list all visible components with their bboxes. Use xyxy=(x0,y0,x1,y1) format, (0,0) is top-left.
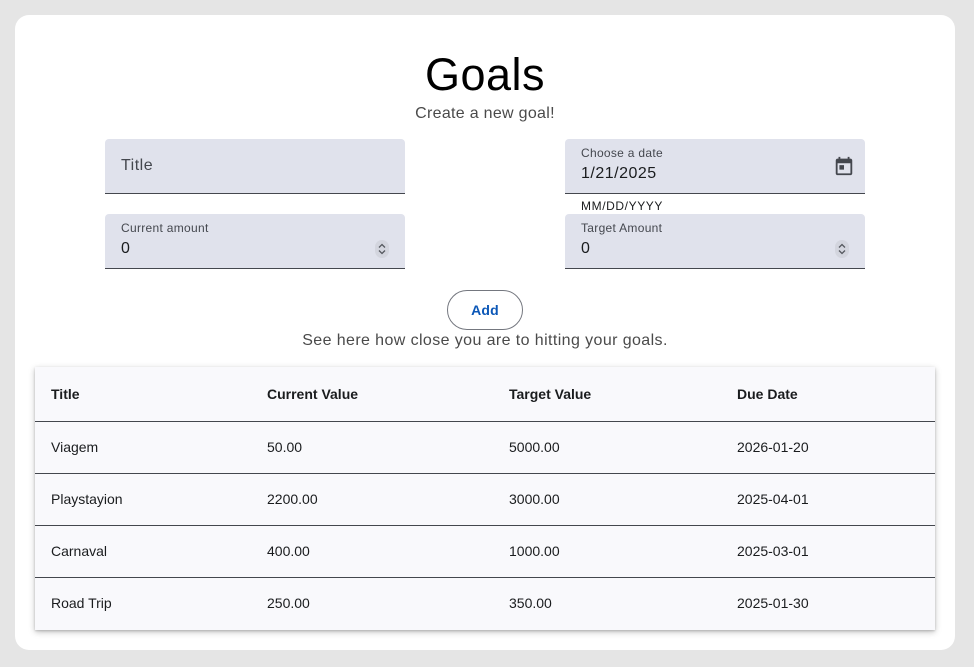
column-header-current-value[interactable]: Current Value xyxy=(251,367,493,422)
table-header-row: Title Current Value Target Value Due Dat… xyxy=(35,367,935,422)
title-field[interactable]: Title xyxy=(105,139,405,194)
add-button[interactable]: Add xyxy=(447,290,523,330)
column-header-target-value[interactable]: Target Value xyxy=(493,367,721,422)
cell-title: Playstayion xyxy=(35,473,251,526)
page-title: Goals xyxy=(424,49,546,100)
date-format-hint: MM/DD/YYYY xyxy=(581,199,664,213)
table-row[interactable]: Carnaval 400.00 1000.00 2025-03-01 xyxy=(35,525,935,578)
calendar-icon[interactable] xyxy=(833,155,855,177)
cell-title: Carnaval xyxy=(35,525,251,578)
current-amount-value[interactable]: 0 xyxy=(121,240,130,258)
cell-due-date: 2025-03-01 xyxy=(721,525,935,578)
cell-current-value: 250.00 xyxy=(267,595,310,612)
table-row[interactable]: Road Trip 250.00 350.00 2025-01-30 xyxy=(35,577,935,629)
current-amount-label: Current amount xyxy=(121,221,209,235)
goals-card: Goals Create a new goal! Title Choose a … xyxy=(15,15,955,650)
cell-due-date: 2025-04-01 xyxy=(721,473,935,526)
target-amount-value[interactable]: 0 xyxy=(581,240,590,258)
table-row[interactable]: Playstayion 2200.00 3000.00 2025-04-01 xyxy=(35,473,935,526)
date-field-label: Choose a date xyxy=(581,146,663,160)
table-caption: See here how close you are to hitting yo… xyxy=(302,332,668,349)
target-amount-stepper[interactable] xyxy=(835,240,849,258)
cell-target-value: 350.00 xyxy=(509,595,552,612)
cell-title: Viagem xyxy=(35,421,251,474)
cell-current-value: 50.00 xyxy=(251,421,493,474)
target-amount-label: Target Amount xyxy=(581,221,663,235)
page-subtitle: Create a new goal! xyxy=(415,105,555,122)
date-field-value[interactable]: 1/21/2025 xyxy=(581,165,657,183)
table-row[interactable]: Viagem 50.00 5000.00 2026-01-20 xyxy=(35,421,935,474)
cell-title: Road Trip xyxy=(51,595,112,612)
cell-target-value: 3000.00 xyxy=(493,473,721,526)
goals-table: Title Current Value Target Value Due Dat… xyxy=(35,367,935,630)
current-amount-stepper[interactable] xyxy=(375,240,389,258)
current-amount-field[interactable]: Current amount 0 xyxy=(105,214,405,269)
title-field-placeholder: Title xyxy=(121,157,154,174)
cell-current-value: 400.00 xyxy=(251,525,493,578)
column-header-due-date[interactable]: Due Date xyxy=(721,367,935,422)
target-amount-field[interactable]: Target Amount 0 xyxy=(565,214,865,269)
date-field[interactable]: Choose a date 1/21/2025 xyxy=(565,139,865,194)
cell-due-date: 2025-01-30 xyxy=(737,595,809,612)
cell-target-value: 1000.00 xyxy=(493,525,721,578)
cell-current-value: 2200.00 xyxy=(251,473,493,526)
cell-due-date: 2026-01-20 xyxy=(721,421,935,474)
cell-target-value: 5000.00 xyxy=(493,421,721,474)
column-header-title[interactable]: Title xyxy=(35,367,251,422)
